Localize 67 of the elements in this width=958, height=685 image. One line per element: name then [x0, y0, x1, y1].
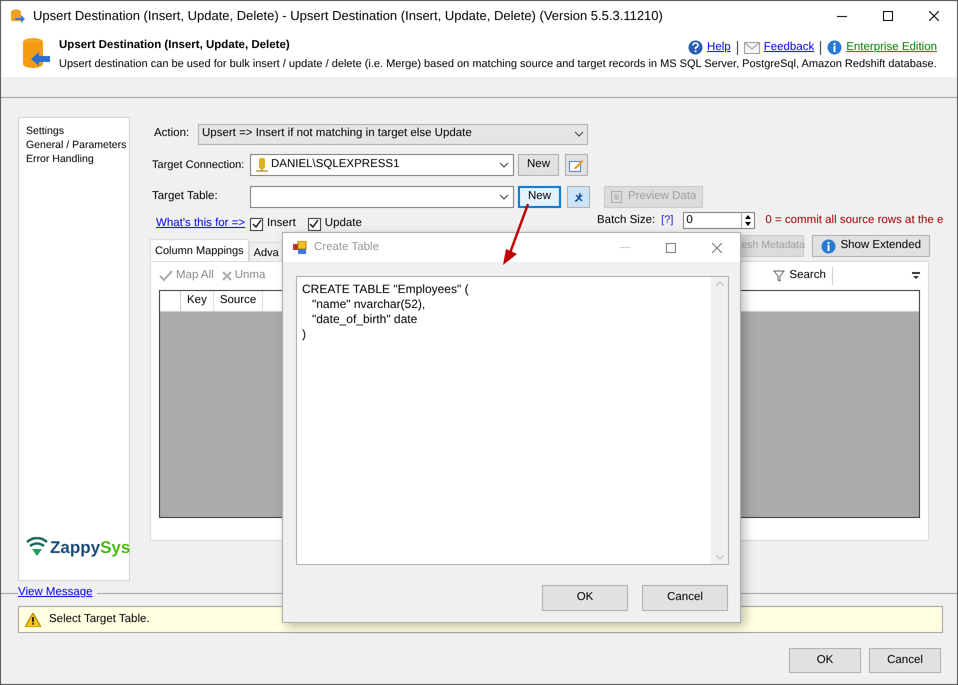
help-link[interactable]: Help — [707, 39, 731, 56]
maximize-icon[interactable] — [883, 11, 893, 21]
info-icon — [827, 40, 842, 56]
sidebar-item[interactable]: General / Parameters — [26, 138, 126, 152]
help-icon — [688, 40, 704, 56]
target-table-label: Target Table: — [152, 189, 219, 204]
function-icon — [572, 191, 585, 203]
map-all-button[interactable]: Map All — [159, 267, 214, 285]
connection-dropdown[interactable]: DANIEL\SQLEXPRESS1 — [250, 154, 514, 176]
feedback-link[interactable]: Feedback — [764, 39, 814, 56]
app-icon — [9, 8, 25, 24]
edition-link[interactable]: Enterprise Edition — [846, 39, 937, 56]
cancel-button[interactable]: Cancel — [869, 648, 941, 673]
batch-size-help-link[interactable]: [?] — [661, 212, 674, 229]
table-dropdown[interactable] — [250, 186, 514, 208]
document-icon — [611, 191, 622, 203]
batch-size-label: Batch Size: — [597, 213, 656, 228]
edit-icon — [569, 158, 584, 172]
clear-table-button[interactable] — [567, 186, 590, 208]
column-header[interactable]: Key — [181, 291, 214, 311]
dropdown-caret-icon — [499, 162, 509, 168]
new-connection-button[interactable]: New — [518, 154, 560, 176]
sql-text-area[interactable]: CREATE TABLE "Employees" ( "name" nvarchar(52), "date_of_birth" date ) — [296, 276, 729, 565]
header-description: Upsert destination can be used for bulk insert / update / delete (i.e. Merge) based on matching source and target records in MS SQL Server, PostgreSql, Amazon Redshift database. — [59, 57, 937, 72]
tab[interactable]: Column Mappings — [150, 239, 249, 261]
show-extended-button[interactable]: Show Extended — [812, 235, 930, 257]
dropdown-caret-icon — [574, 131, 584, 137]
message-text: Select Target Table. — [49, 612, 150, 627]
warning-icon — [25, 612, 41, 626]
edit-connection-button[interactable] — [565, 154, 588, 176]
new-table-button[interactable]: New — [518, 186, 562, 208]
wifi-logo-icon — [26, 537, 48, 558]
checkmark-icon — [159, 270, 173, 282]
target-connection-label: Target Connection: — [152, 158, 246, 173]
filter-icon — [773, 270, 786, 282]
window-title: Upsert Destination (Insert, Update, Delete) - Upsert Destination (Insert, Update, Delete) (Version 5.5.3.11210) — [33, 7, 663, 26]
ok-button[interactable]: OK — [789, 648, 861, 673]
ok-button[interactable]: OK — [542, 585, 628, 611]
table-icon — [293, 241, 307, 254]
tab[interactable]: Adva — [248, 242, 284, 261]
search-button[interactable]: Search — [773, 267, 833, 285]
view-message-link[interactable]: View Message — [18, 584, 93, 602]
checkbox[interactable] — [250, 218, 263, 230]
mail-icon — [744, 42, 760, 54]
info-icon — [821, 238, 836, 254]
cancel-button[interactable]: Cancel — [642, 585, 728, 611]
header-title: Upsert Destination (Insert, Update, Delete) — [59, 38, 290, 53]
batch-size-note: 0 = commit all source rows at the e — [765, 213, 944, 228]
close-icon[interactable] — [929, 11, 939, 21]
unmap-button[interactable]: Unma — [222, 267, 266, 285]
batch-size-field[interactable]: 0 — [683, 212, 756, 230]
database-arrow-icon — [21, 37, 51, 71]
server-icon — [255, 157, 269, 173]
sidebar-item[interactable]: Settings — [26, 124, 64, 138]
action-dropdown[interactable]: Upsert => Insert if not matching in target else Update — [198, 124, 588, 144]
sidebar-item[interactable]: Error Handling — [26, 152, 94, 166]
dialog-title: Create Table — [314, 240, 379, 255]
logo-text: ZappySys — [50, 536, 130, 558]
checkbox-label: Update — [324, 216, 362, 232]
x-icon — [222, 271, 232, 281]
checkbox-label: Insert — [267, 216, 296, 232]
column-header[interactable]: Source — [214, 291, 264, 311]
overflow-icon — [912, 272, 920, 280]
whats-this-link[interactable]: What's this for => — [156, 215, 250, 233]
dropdown-caret-icon — [499, 194, 509, 200]
checkbox[interactable] — [308, 218, 321, 230]
action-label: Action: — [154, 126, 190, 142]
